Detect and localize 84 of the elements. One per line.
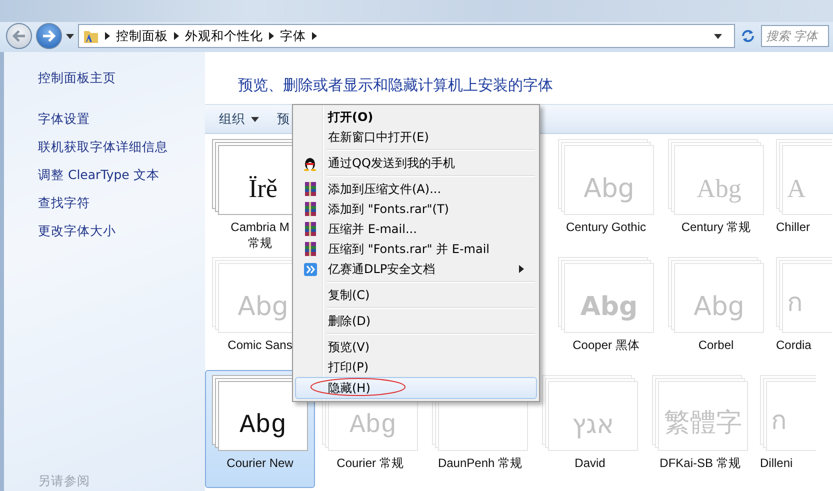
font-item[interactable]: 繁體字 DFKai-SB 常规 [645,370,755,488]
font-name: Cooper 黑体 [572,337,640,353]
forward-arrow-icon [42,30,56,42]
double-arrow-icon [304,262,316,276]
sidebar-link[interactable]: 控制面板主页 [38,70,205,87]
font-item[interactable]: Abg Courier New [205,370,315,488]
sidebar-link[interactable]: 更改字体大小 [38,223,205,240]
font-name: Century Gothic [566,219,646,235]
books-icon [304,222,316,236]
address-field[interactable]: 控制面板 外观和个性化 字体 [78,24,735,48]
toolbar-button[interactable]: 预 [277,110,290,128]
font-preview: Abg [580,292,638,322]
back-arrow-icon [12,30,26,42]
font-name: Cordia [776,337,812,353]
font-name: Courier 常规 [336,455,404,471]
font-name: David [574,455,606,471]
menu-item[interactable]: 通过QQ发送到我的手机 [295,153,537,173]
font-preview: Abg [696,174,742,204]
caret-icon [251,116,259,122]
chevron-icon [312,32,317,40]
font-preview: Abg [584,174,634,204]
sidebar-link[interactable]: 调整 ClearType 文本 [38,167,205,184]
menu-item[interactable]: 预览(V) [295,337,537,357]
font-preview: ก [771,405,787,438]
menu-item[interactable]: 删除(D) [295,311,537,331]
menu-item[interactable]: 添加到压缩文件(A)... [295,179,537,199]
font-preview: Abg [240,410,286,440]
books-icon [304,202,316,216]
books-icon [304,242,316,256]
penguin-icon [303,155,317,171]
menu-item[interactable]: 亿赛通DLP安全文档 [295,259,537,279]
font-preview: ก [787,287,803,320]
font-name: Courier New [226,455,294,471]
font-item[interactable]: Abg Century 常规 [661,134,771,252]
font-preview: 繁體字 [664,407,742,439]
font-item[interactable]: Abg Corbel [661,252,771,370]
page-heading: 预览、删除或者显示和隐藏计算机上安装的字体 [238,76,554,96]
breadcrumb[interactable]: 字体 [280,28,306,44]
font-item[interactable]: ก Cordia [771,252,833,370]
font-preview: A [787,174,806,204]
font-preview: Abg [694,292,744,322]
font-preview: Ïrě [248,174,278,204]
font-preview: Abg [238,292,288,322]
font-item[interactable]: ก Dilleni [755,370,817,488]
font-name: Chiller [776,219,810,235]
back-button[interactable] [6,23,32,49]
menu-item[interactable]: 压缩到 "Fonts.rar" 并 E-mail [295,239,537,259]
font-name: 常规 [248,235,272,251]
font-name: Century 常规 [681,219,751,235]
folder-icon [83,28,99,44]
font-name: DaunPenh 常规 [438,455,522,471]
search-field[interactable]: 搜索 字体 [761,25,829,47]
menu-item[interactable]: 隐藏(H) [295,377,537,399]
breadcrumb[interactable]: 控制面板 [116,28,168,44]
refresh-icon[interactable] [739,27,757,45]
font-name: Comic Sans [228,337,292,353]
sidebar-link[interactable]: 联机获取字体详细信息 [38,139,205,156]
menu-item[interactable]: 压缩并 E-mail... [295,219,537,239]
history-dropdown-icon [66,34,74,38]
menu-item[interactable]: 打开(O) [295,107,537,127]
sidebar-link[interactable]: 字体设置 [38,111,205,128]
address-dropdown-icon [714,34,722,38]
font-preview: Abg [350,410,396,440]
chevron-icon [105,32,110,40]
menu-item[interactable]: 在新窗口中打开(E) [295,127,537,147]
font-item[interactable]: Abg Cooper 黑体 [551,252,661,370]
menu-item[interactable]: 添加到 "Fonts.rar"(T) [295,199,537,219]
section-title: 另请参阅 [38,473,91,490]
books-icon [304,182,316,196]
chevron-icon [174,32,179,40]
chevron-icon [269,32,274,40]
font-name: DFKai-SB 常规 [660,455,740,471]
menu-item[interactable]: 复制(C) [295,285,537,305]
font-name: Cambria M [230,219,290,235]
font-name: Dilleni [760,455,793,471]
font-preview: אגץ [572,410,614,440]
submenu-arrow-icon [519,265,524,273]
sidebar-link[interactable]: 查找字符 [38,195,205,212]
toolbar-button[interactable]: 组织 [219,110,259,128]
font-item[interactable]: Abg Century Gothic [551,134,661,252]
forward-button[interactable] [36,23,62,49]
font-item[interactable]: A Chiller [771,134,833,252]
breadcrumb[interactable]: 外观和个性化 [185,28,263,44]
font-name: Corbel [698,337,734,353]
